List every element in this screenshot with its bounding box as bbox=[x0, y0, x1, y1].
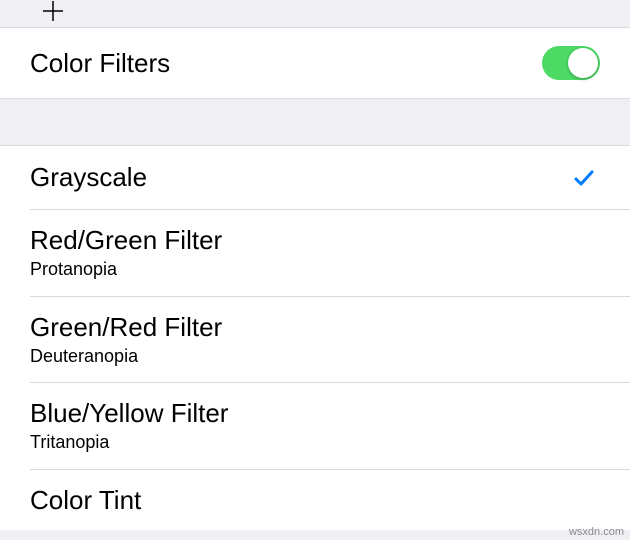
list-item-title: Blue/Yellow Filter bbox=[30, 398, 228, 429]
list-item-title: Green/Red Filter bbox=[30, 312, 222, 343]
list-item-text: Color Tint bbox=[30, 485, 141, 516]
color-filters-label: Color Filters bbox=[30, 48, 170, 79]
filter-item-color-tint[interactable]: Color Tint bbox=[0, 469, 630, 530]
list-item-title: Color Tint bbox=[30, 485, 141, 516]
section-spacer bbox=[0, 98, 630, 146]
filter-item-red-green[interactable]: Red/Green Filter Protanopia bbox=[0, 209, 630, 296]
list-item-subtitle: Tritanopia bbox=[30, 431, 228, 454]
list-item-text: Green/Red Filter Deuteranopia bbox=[30, 312, 222, 369]
list-item-text: Red/Green Filter Protanopia bbox=[30, 225, 222, 282]
checkmark-icon bbox=[572, 166, 596, 195]
filter-list: Grayscale Red/Green Filter Protanopia Gr… bbox=[0, 146, 630, 530]
list-item-subtitle: Protanopia bbox=[30, 258, 222, 281]
list-item-subtitle: Deuteranopia bbox=[30, 345, 222, 368]
list-item-title: Grayscale bbox=[30, 162, 147, 193]
filter-item-grayscale[interactable]: Grayscale bbox=[0, 146, 630, 209]
filter-item-blue-yellow[interactable]: Blue/Yellow Filter Tritanopia bbox=[0, 382, 630, 469]
watermark: wsxdn.com bbox=[569, 526, 624, 538]
color-filters-section: Color Filters bbox=[0, 28, 630, 98]
list-item-text: Grayscale bbox=[30, 162, 147, 193]
top-bar bbox=[0, 0, 630, 28]
filter-item-green-red[interactable]: Green/Red Filter Deuteranopia bbox=[0, 296, 630, 383]
toggle-knob bbox=[568, 48, 598, 78]
list-item-title: Red/Green Filter bbox=[30, 225, 222, 256]
color-filters-row[interactable]: Color Filters bbox=[0, 28, 630, 98]
color-filters-toggle[interactable] bbox=[542, 46, 600, 80]
list-item-text: Blue/Yellow Filter Tritanopia bbox=[30, 398, 228, 455]
plus-icon bbox=[42, 0, 64, 22]
